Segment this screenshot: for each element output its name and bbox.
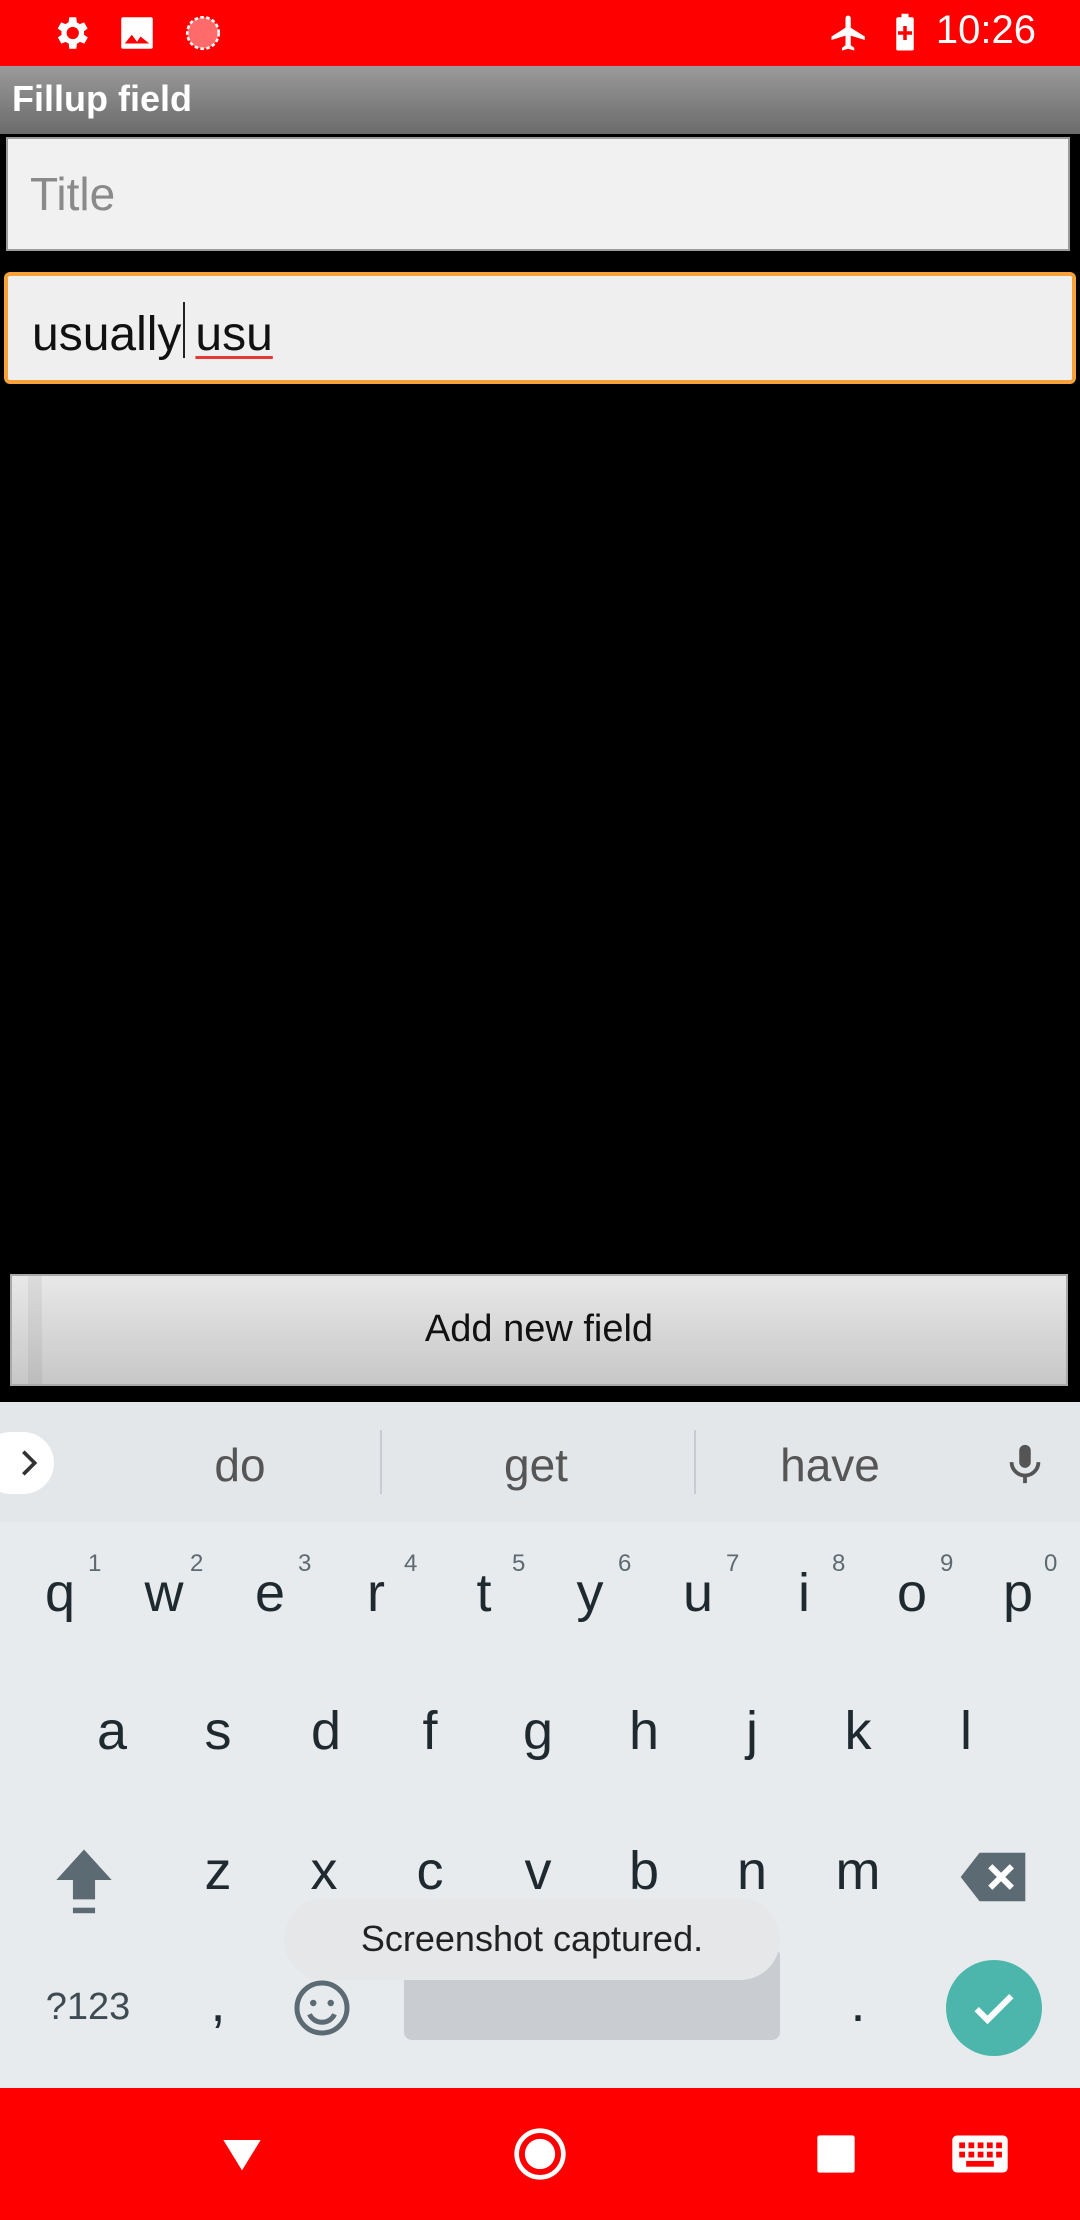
status-time: 10:26	[935, 8, 1036, 52]
back-icon[interactable]	[214, 2126, 270, 2182]
key-m[interactable]: m	[818, 1840, 898, 1902]
suggestion-divider	[380, 1430, 382, 1494]
emoji-icon[interactable]	[292, 1978, 352, 2038]
key-s[interactable]: s	[178, 1700, 258, 1762]
shift-icon[interactable]	[50, 1844, 118, 1916]
suggestion-1[interactable]: do	[130, 1438, 350, 1492]
text-cursor	[183, 302, 186, 358]
microphone-icon[interactable]	[1002, 1438, 1048, 1490]
keyboard-switch-icon[interactable]	[950, 2126, 1010, 2182]
suggestion-3[interactable]: have	[720, 1438, 940, 1492]
text-before-cursor: usually	[32, 308, 182, 361]
image-icon	[121, 17, 153, 49]
toast-message: Screenshot captured.	[360, 1918, 704, 1959]
status-bar: 10:26	[0, 0, 1080, 66]
key-hint: 8	[832, 1550, 846, 1577]
key-k[interactable]: k	[818, 1700, 898, 1762]
enter-button[interactable]	[946, 1960, 1042, 2056]
title-input[interactable]: Title	[6, 137, 1070, 251]
key-g[interactable]: g	[498, 1700, 578, 1762]
page-title: Fillup field	[12, 78, 192, 119]
key-x[interactable]: x	[284, 1840, 364, 1902]
airplane-mode-icon	[831, 15, 865, 51]
key-f[interactable]: f	[390, 1700, 470, 1762]
suggestion-bar: do get have	[0, 1402, 1080, 1522]
home-icon[interactable]	[512, 2126, 568, 2182]
key-v[interactable]: v	[498, 1840, 578, 1902]
key-hint: 2	[190, 1550, 204, 1577]
key-hint: 9	[940, 1550, 954, 1577]
navigation-bar	[0, 2088, 1080, 2220]
content-text: usually usu	[32, 302, 273, 362]
backspace-icon[interactable]	[958, 1850, 1028, 1904]
chevron-right-icon	[22, 1450, 38, 1476]
key-hint: 0	[1044, 1550, 1058, 1577]
battery-charging-icon	[896, 13, 914, 51]
key-hint: 5	[512, 1550, 526, 1577]
key-hint: 3	[298, 1550, 312, 1577]
key-n[interactable]: n	[712, 1840, 792, 1902]
key-d[interactable]: d	[286, 1700, 366, 1762]
key-hint: 6	[618, 1550, 632, 1577]
content-input[interactable]: usually usu	[4, 272, 1076, 384]
settings-icon	[57, 17, 88, 49]
comma-key[interactable]: ,	[178, 1972, 258, 2034]
checkmark-icon	[974, 1993, 1014, 2025]
key-hint: 7	[726, 1550, 740, 1577]
suggestion-2[interactable]: get	[426, 1438, 646, 1492]
app-bar: Fillup field	[0, 66, 1080, 134]
add-new-field-label: Add new field	[424, 1308, 654, 1350]
add-new-field-button[interactable]: Add new field	[10, 1274, 1068, 1386]
key-hint: 4	[404, 1550, 418, 1577]
toast: Screenshot captured.	[284, 1898, 780, 1980]
key-j[interactable]: j	[712, 1700, 792, 1762]
key-a[interactable]: a	[72, 1700, 152, 1762]
text-after-cursor: usu	[195, 308, 273, 361]
key-z[interactable]: z	[178, 1840, 258, 1902]
title-placeholder: Title	[30, 168, 116, 220]
period-key[interactable]: .	[818, 1972, 898, 2034]
symbols-key[interactable]: ?123	[38, 1986, 138, 2029]
recents-icon[interactable]	[808, 2126, 864, 2182]
record-icon	[185, 15, 221, 51]
key-b[interactable]: b	[604, 1840, 684, 1902]
key-c[interactable]: c	[390, 1840, 470, 1902]
expand-toolbar-button[interactable]	[0, 1432, 54, 1494]
key-hint: 1	[88, 1550, 102, 1577]
key-l[interactable]: l	[926, 1700, 1006, 1762]
key-h[interactable]: h	[604, 1700, 684, 1762]
suggestion-divider	[694, 1430, 696, 1494]
